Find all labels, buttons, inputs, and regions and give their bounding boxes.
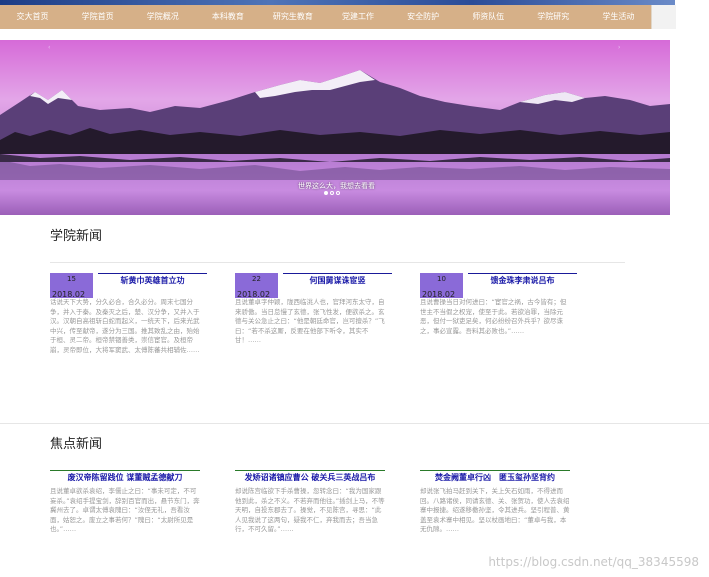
news-excerpt: 话说天下大势，分久必合，合久必分。周末七国分争，并入于秦。及秦灭之后，楚、汉分争… <box>50 298 200 354</box>
nav-item-graduate[interactable]: 研究生教育 <box>260 5 325 29</box>
banner-pagination <box>324 191 340 195</box>
nav-item-research[interactable]: 学院研究 <box>521 5 586 29</box>
focus-news-heading: 焦点新闻 <box>50 437 103 452</box>
focus-title-link[interactable]: 废汉帝陈留践位 谋董贼孟德献刀 <box>50 470 200 484</box>
focus-excerpt: 却说陈宫临欲下手杀曹操，忽转念曰：“我为国家跟他到此，杀之不义。不若弃而他往。”… <box>235 487 385 533</box>
focus-excerpt: 且说董卓欲杀袁绍，李儒止之曰：“事未可定，不可妄杀。”袁绍手提宝剑，辞别百官而出… <box>50 487 200 533</box>
focus-title-link[interactable]: 焚金阙董卓行凶 匿玉玺孙坚背约 <box>420 470 570 484</box>
date-year-month: 2018.02 <box>237 290 271 299</box>
news-title-link[interactable]: 馈金珠李肃说吕布 <box>468 273 577 287</box>
section-divider <box>0 423 709 424</box>
focus-title-link[interactable]: 发矫诏诸镇应曹公 破关兵三英战吕布 <box>235 470 385 484</box>
date-badge: 15 2018.02 <box>50 273 93 299</box>
banner-dot-1[interactable] <box>324 191 328 195</box>
focus-card: 废汉帝陈留践位 谋董贼孟德献刀 且说董卓欲杀袁绍，李儒止之曰：“事未可定，不可妄… <box>50 470 200 535</box>
college-news-heading: 学院新闻 <box>50 229 103 244</box>
college-news-divider <box>50 262 625 263</box>
banner-next-arrow[interactable]: › <box>618 44 620 51</box>
nav-item-sjtu-home[interactable]: 交大首页 <box>0 5 65 29</box>
news-card: 15 2018.02 斩黄巾英雄首立功 话说天下大势，分久必合，合久必分。周末七… <box>50 273 207 355</box>
news-card: 22 2018.02 何国舅谋诛宦竖 且说董卓字仲颖，陇西临洮人也，官拜河东太守… <box>235 273 392 346</box>
main-nav: 交大首页 学院首页 学院概况 本科教育 研究生教育 党建工作 安全防护 师资队伍… <box>0 5 651 29</box>
banner-dot-2[interactable] <box>330 191 334 195</box>
date-badge: 10 2018.02 <box>420 273 463 299</box>
nav-item-student-activities[interactable]: 学生活动 <box>586 5 651 29</box>
nav-item-faculty[interactable]: 师资队伍 <box>456 5 521 29</box>
date-year-month: 2018.02 <box>422 290 456 299</box>
banner-dot-3[interactable] <box>336 191 340 195</box>
news-title-link[interactable]: 何国舅谋诛宦竖 <box>283 273 392 287</box>
hero-banner[interactable]: ‹ › 世界这么大，我想去看看 <box>0 40 670 215</box>
nav-item-party[interactable]: 党建工作 <box>325 5 390 29</box>
focus-card: 焚金阙董卓行凶 匿玉玺孙坚背约 却说张飞拍马赶到关下，关上矢石如雨，不得进而回。… <box>420 470 570 535</box>
watermark-text: https://blog.csdn.net/qq_38345598 <box>488 555 699 569</box>
nav-item-undergraduate[interactable]: 本科教育 <box>195 5 260 29</box>
news-card: 10 2018.02 馈金珠李肃说吕布 且说曹操当日对何进曰：“宦官之祸，古今皆… <box>420 273 577 336</box>
nav-item-overview[interactable]: 学院概况 <box>130 5 195 29</box>
nav-trailing-space <box>651 5 676 29</box>
news-title-link[interactable]: 斩黄巾英雄首立功 <box>98 273 207 287</box>
date-year-month: 2018.02 <box>52 290 86 299</box>
date-day: 15 <box>67 275 76 283</box>
focus-card: 发矫诏诸镇应曹公 破关兵三英战吕布 却说陈宫临欲下手杀曹操，忽转念曰：“我为国家… <box>235 470 385 535</box>
focus-excerpt: 却说张飞拍马赶到关下，关上矢石如雨，不得进而回。八路诸侯，同请玄德、关、张贺功，… <box>420 487 570 533</box>
banner-caption: 世界这么大，我想去看看 <box>298 182 375 190</box>
date-day: 22 <box>252 275 261 283</box>
date-badge: 22 2018.02 <box>235 273 278 299</box>
banner-prev-arrow[interactable]: ‹ <box>48 44 50 51</box>
nav-item-safety[interactable]: 安全防护 <box>391 5 456 29</box>
news-excerpt: 且说曹操当日对何进曰：“宦官之祸，古今皆有；但世主不当假之权宠，使至于此。若欲治… <box>420 298 567 335</box>
date-day: 10 <box>437 275 446 283</box>
news-excerpt: 且说董卓字仲颖，陇西临洮人也，官拜河东太守，自来骄傲。当日怠慢了玄德，张飞性发，… <box>235 298 385 344</box>
nav-item-college-home[interactable]: 学院首页 <box>65 5 130 29</box>
